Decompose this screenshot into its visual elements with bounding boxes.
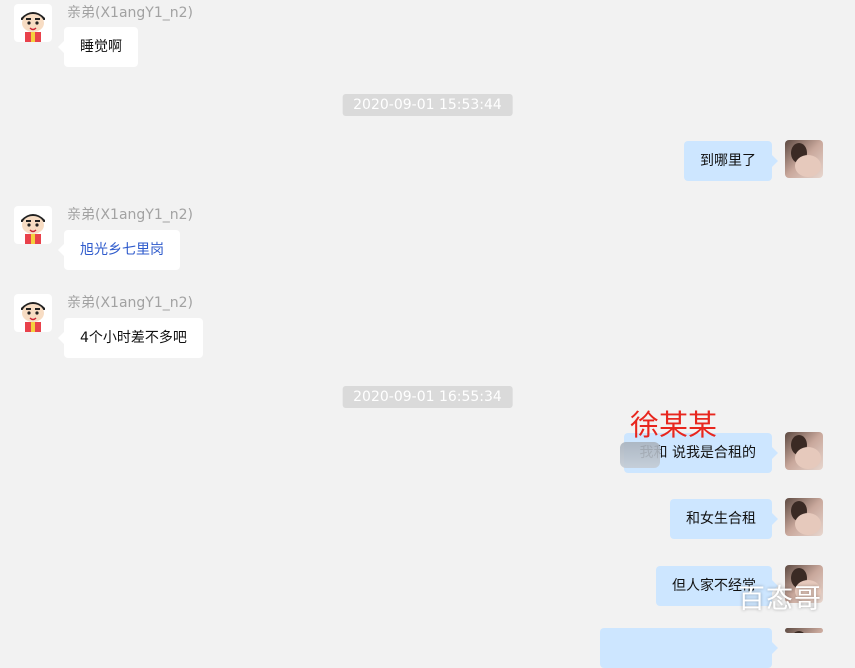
- message-bubble-outgoing[interactable]: 到哪里了: [684, 141, 778, 181]
- message-bubble-incoming[interactable]: 旭光乡七里岗: [58, 230, 180, 270]
- message-bubble-outgoing[interactable]: 和女生合租: [670, 499, 778, 539]
- contact-avatar-icon[interactable]: [14, 4, 52, 42]
- contact-avatar-icon[interactable]: [14, 294, 52, 332]
- self-avatar-icon[interactable]: [785, 432, 823, 470]
- sender-name: 亲弟(X1angY1_n2): [67, 295, 193, 311]
- self-avatar-icon[interactable]: [785, 140, 823, 178]
- name-annotation: 徐某某: [630, 408, 718, 442]
- redaction-mask: [620, 442, 660, 468]
- self-avatar-icon[interactable]: [785, 498, 823, 536]
- message-bubble-outgoing-partial[interactable]: [600, 628, 778, 668]
- timestamp: 2020-09-01 15:53:44: [342, 94, 513, 116]
- contact-avatar-icon[interactable]: [14, 206, 52, 244]
- message-bubble-incoming[interactable]: 4个小时差不多吧: [58, 318, 203, 358]
- sender-name: 亲弟(X1angY1_n2): [67, 5, 193, 21]
- chat-conversation: 亲弟(X1angY1_n2) 睡觉啊 2020-09-01 15:53:44 到…: [0, 0, 855, 668]
- sender-name: 亲弟(X1angY1_n2): [67, 207, 193, 223]
- timestamp: 2020-09-01 16:55:34: [342, 386, 513, 408]
- self-avatar-icon[interactable]: [785, 628, 823, 633]
- watermark: 百态哥: [738, 584, 822, 615]
- message-bubble-incoming[interactable]: 睡觉啊: [58, 27, 138, 67]
